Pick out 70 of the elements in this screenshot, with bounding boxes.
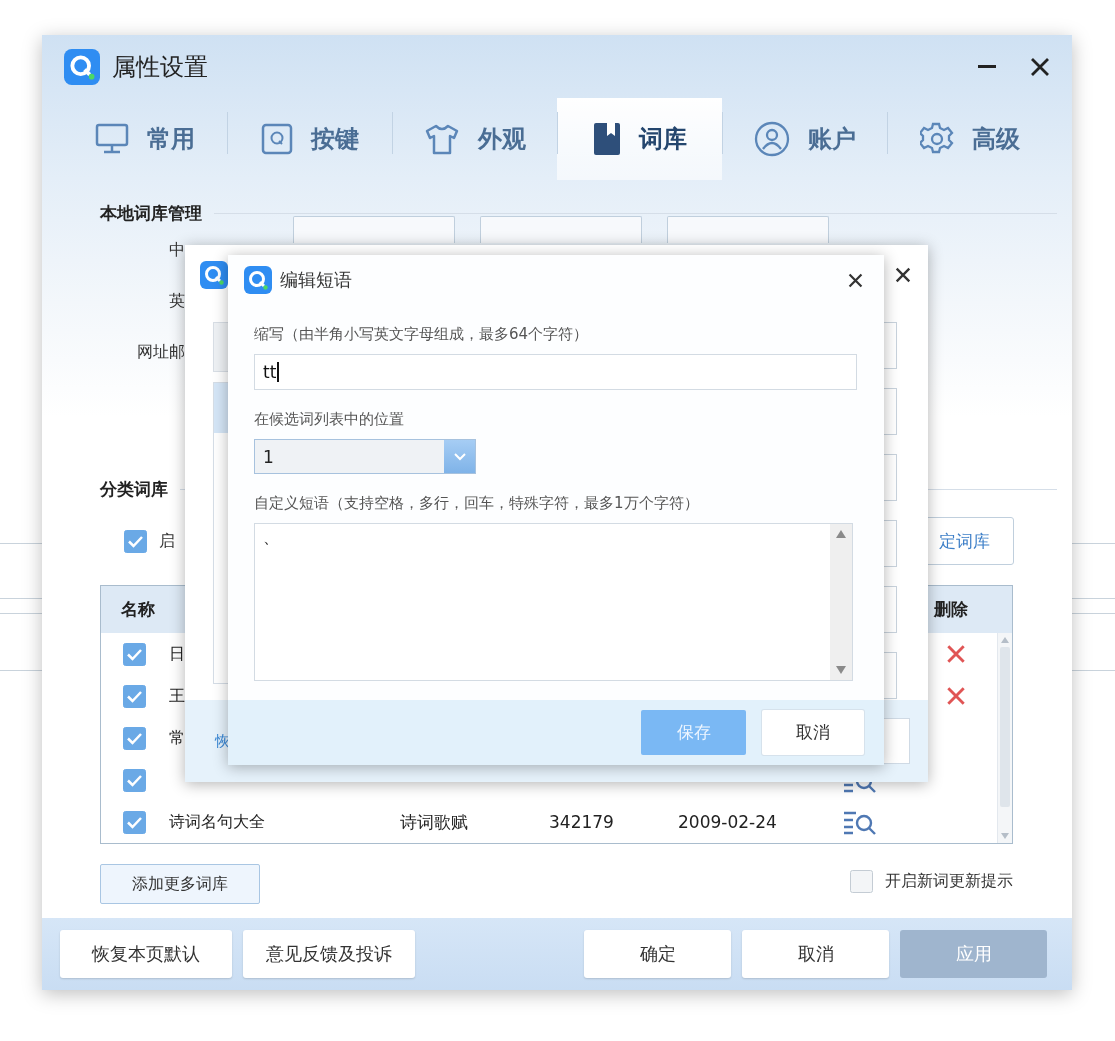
scrollbar[interactable]: [997, 633, 1012, 843]
position-dropdown[interactable]: 1: [254, 439, 476, 474]
footer-button[interactable]: 意见反馈及投诉: [243, 930, 415, 978]
settings-icon: [919, 122, 954, 156]
footer-button[interactable]: 恢复本页默认: [60, 930, 232, 978]
scroll-up-icon[interactable]: [1001, 637, 1009, 643]
footer-button[interactable]: 确定: [584, 930, 731, 978]
enable-checkbox[interactable]: [124, 529, 147, 553]
checkbox-label: 开启新词更新提示: [885, 871, 1013, 892]
scrollbar[interactable]: [830, 524, 852, 680]
section-heading: 本地词库管理: [100, 202, 202, 225]
chevron-down-icon: [453, 452, 466, 461]
dialog-button[interactable]: 取消: [762, 710, 864, 755]
table-cell-text: 342179: [549, 812, 615, 832]
update-hint-checkbox[interactable]: [850, 870, 873, 893]
footer-button[interactable]: 取消: [742, 930, 889, 978]
column-header: 名称: [121, 598, 155, 621]
field-label: 在候选词列表中的位置: [254, 410, 405, 429]
library-button[interactable]: [293, 216, 455, 243]
tab[interactable]: 词库: [557, 98, 722, 180]
key-icon: [260, 123, 293, 155]
view-list-icon[interactable]: [843, 809, 877, 835]
tab[interactable]: 按键: [227, 98, 392, 180]
minimize-icon[interactable]: [978, 64, 996, 69]
section-heading: 分类词库: [100, 478, 168, 501]
field-label: 自定义短语（支持空格，多行，回车，特殊字符，最多1万个字符）: [254, 494, 700, 513]
close-icon[interactable]: [847, 271, 864, 289]
abbreviation-field[interactable]: tt: [254, 354, 857, 390]
library-button[interactable]: [480, 216, 642, 243]
scroll-down-icon[interactable]: [836, 666, 846, 674]
table-cell: 王: [169, 685, 185, 707]
user-icon: [753, 121, 790, 157]
table-cell-text: 诗词歌赋: [400, 810, 469, 834]
scroll-down-icon[interactable]: [1001, 833, 1009, 839]
close-icon[interactable]: [1030, 56, 1050, 77]
checkbox[interactable]: [123, 726, 146, 750]
t-shirt-icon: [423, 123, 460, 155]
app-logo-icon: [64, 48, 100, 85]
monitor-icon: [94, 123, 129, 155]
column-header: 删除: [934, 598, 968, 621]
phrase-field[interactable]: 、: [254, 523, 853, 681]
checkbox-label: 启: [159, 530, 175, 552]
table-cell: 日: [169, 643, 185, 665]
row-label: 网址邮: [136, 342, 185, 363]
dialog-title: 编辑短语: [280, 268, 352, 292]
tab[interactable]: 账户: [722, 98, 887, 180]
delete-icon[interactable]: [945, 685, 967, 707]
delete-icon[interactable]: [945, 643, 967, 665]
table-cell: 诗词名句大全: [169, 811, 265, 833]
scroll-up-icon[interactable]: [836, 530, 846, 538]
checkbox[interactable]: [123, 768, 146, 792]
field-label: 缩写（由半角小写英文字母组成，最多64个字符）: [254, 325, 590, 344]
list-panel[interactable]: [213, 382, 229, 684]
close-icon[interactable]: [894, 266, 912, 284]
checkbox[interactable]: [123, 810, 146, 834]
tab[interactable]: 高级: [887, 98, 1052, 180]
table-cell: 常: [169, 727, 185, 749]
library-button[interactable]: [667, 216, 829, 243]
table-cell-text: 2009-02-24: [678, 812, 778, 832]
input-field[interactable]: [213, 322, 229, 372]
add-library-button[interactable]: 添加更多词库: [100, 864, 260, 904]
book-icon: [592, 122, 621, 156]
app-logo-icon: [244, 266, 272, 294]
row-label: 中: [168, 240, 185, 261]
row-label: 英: [168, 291, 185, 312]
window-title: 属性设置: [112, 51, 208, 83]
checkbox[interactable]: [123, 642, 146, 666]
tab[interactable]: 常用: [62, 98, 227, 180]
checkbox[interactable]: [123, 684, 146, 708]
tab[interactable]: 外观: [392, 98, 557, 180]
